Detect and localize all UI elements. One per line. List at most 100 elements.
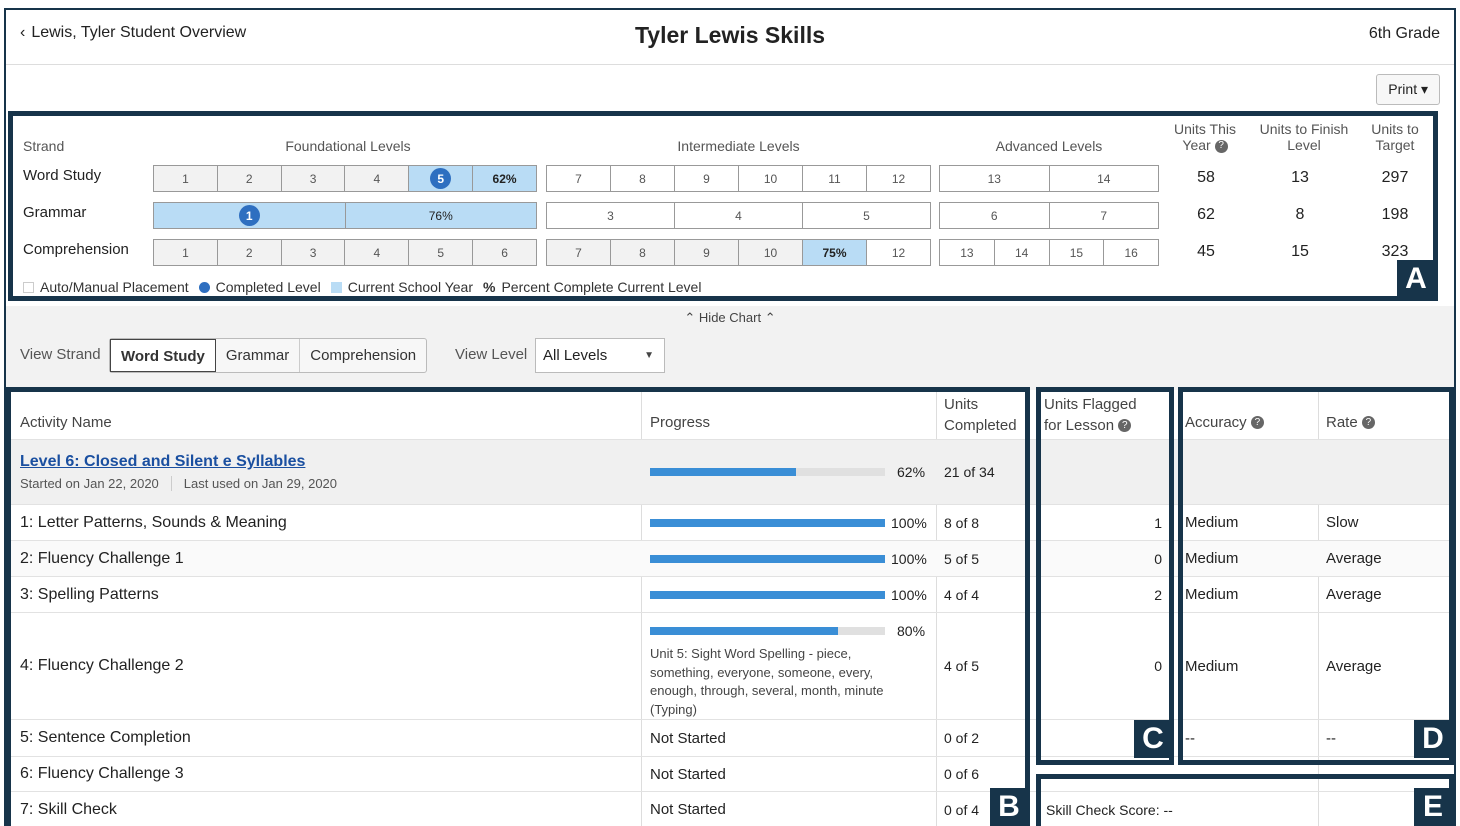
level-cell[interactable]: 8 xyxy=(611,240,675,265)
level-cell[interactable]: 12 xyxy=(867,240,930,265)
hide-chart-toggle[interactable]: ⌃ Hide Chart ⌃ xyxy=(6,310,1454,326)
level-cell-percent[interactable]: 62% xyxy=(473,166,536,191)
rate-value: Average xyxy=(1326,550,1382,567)
view-level-select[interactable]: All Levels ▼ xyxy=(535,338,665,373)
comprehension-foundational: 1 2 3 4 5 6 xyxy=(153,239,537,266)
level-cell[interactable]: 4 xyxy=(675,203,803,228)
level-cell[interactable]: 8 xyxy=(611,166,675,191)
level-cell-percent[interactable]: 75% xyxy=(803,240,867,265)
print-button[interactable]: Print ▾ xyxy=(1376,74,1440,105)
level-cell[interactable]: 4 xyxy=(345,240,410,265)
level-cell[interactable]: 1 xyxy=(154,240,218,265)
level-cell[interactable]: 11 xyxy=(803,166,867,191)
activity-progress: 80% Unit 5: Sight Word Spelling - piece,… xyxy=(650,613,940,719)
rate-value: Slow xyxy=(1326,514,1359,531)
units-to-target-value: 198 xyxy=(1381,206,1409,223)
table-row[interactable]: 7: Skill Check Not Started 0 of 4 Skill … xyxy=(6,792,1454,826)
back-link[interactable]: ‹ Lewis, Tyler Student Overview xyxy=(20,24,246,42)
level-cell[interactable]: 14 xyxy=(1050,166,1159,191)
strand-tab-grammar[interactable]: Grammar xyxy=(216,339,301,372)
level-cell[interactable]: 13 xyxy=(940,240,995,265)
header-units-completed: Units Completed xyxy=(944,390,1024,439)
help-icon[interactable]: ? xyxy=(1361,416,1375,429)
progress-percent: 80% xyxy=(897,623,926,639)
help-icon[interactable]: ? xyxy=(1118,419,1132,433)
progress-fill xyxy=(650,590,885,599)
units-to-target-header: Units to Target xyxy=(1371,121,1419,153)
units-to-finish-value: 15 xyxy=(1291,243,1309,260)
level-cell[interactable]: 10 xyxy=(739,240,803,265)
activity-status: Not Started xyxy=(650,801,726,818)
table-row[interactable]: 3: Spelling Patterns 100% 4 of 4 2 Mediu… xyxy=(6,577,1454,613)
table-row[interactable]: 6: Fluency Challenge 3 Not Started 0 of … xyxy=(6,757,1454,792)
table-row[interactable]: 4: Fluency Challenge 2 80% Unit 5: Sight… xyxy=(6,613,1454,720)
level-cell[interactable]: 14 xyxy=(995,240,1050,265)
progress-bar xyxy=(650,554,885,563)
level-row: Level 6: Closed and Silent e Syllables S… xyxy=(6,440,1454,505)
table-row[interactable]: 2: Fluency Challenge 1 100% 5 of 5 0 Med… xyxy=(6,541,1454,577)
completed-dot-icon xyxy=(198,281,210,293)
level-link[interactable]: Level 6: Closed and Silent e Syllables xyxy=(20,453,305,471)
header-rate: Rate ? xyxy=(1326,390,1446,439)
units-completed: 0 of 6 xyxy=(944,766,980,782)
activity-name: 7: Skill Check xyxy=(20,800,117,818)
level-info: Level 6: Closed and Silent e Syllables S… xyxy=(20,440,640,504)
level-cell[interactable]: 1 xyxy=(154,166,218,191)
level-cell[interactable]: 3 xyxy=(547,203,675,228)
level-cell[interactable]: 4 xyxy=(345,166,410,191)
level-cell[interactable]: 2 xyxy=(218,166,282,191)
activity-progress: 100% xyxy=(650,505,940,540)
callout-c: C xyxy=(1134,720,1172,758)
level-cell[interactable]: 5 xyxy=(803,203,930,228)
help-icon[interactable]: ? xyxy=(1250,416,1264,429)
level-cell[interactable]: 16 xyxy=(1104,240,1158,265)
chart-legend: Auto/Manual Placement Completed Level Cu… xyxy=(23,279,701,295)
level-cell[interactable]: 13 xyxy=(940,166,1050,191)
skills-chart: Strand Foundational Levels Intermediate … xyxy=(8,111,1438,301)
level-progress: 62% xyxy=(650,440,940,504)
level-cell[interactable]: 7 xyxy=(547,240,611,265)
callout-e: E xyxy=(1414,788,1452,826)
progress-fill xyxy=(650,627,838,635)
activity-name: 5: Sentence Completion xyxy=(20,729,191,746)
level-cell[interactable]: 7 xyxy=(1050,203,1159,228)
level-cell[interactable]: 6 xyxy=(473,240,536,265)
filter-bar: ⌃ Hide Chart ⌃ View Strand Word Study Gr… xyxy=(6,306,1454,390)
units-completed: 0 of 2 xyxy=(944,730,980,746)
level-cell-completed[interactable]: 5 xyxy=(409,166,474,191)
progress-bar xyxy=(650,468,885,476)
level-cell[interactable]: 9 xyxy=(675,240,739,265)
legend-completed: Completed Level xyxy=(215,279,321,295)
table-row[interactable]: 1: Letter Patterns, Sounds & Meaning 100… xyxy=(6,505,1454,541)
units-this-year-value: 62 xyxy=(1197,206,1215,223)
level-cell-completed[interactable]: 1 xyxy=(154,203,346,228)
units-completed: 5 of 5 xyxy=(944,550,980,567)
level-cell-percent[interactable]: 76% xyxy=(345,203,536,228)
table-row[interactable]: 5: Sentence Completion Not Started 0 of … xyxy=(6,720,1454,757)
comprehension-advanced: 13 14 15 16 xyxy=(939,239,1159,266)
level-cell[interactable]: 5 xyxy=(409,240,474,265)
level-cell[interactable]: 7 xyxy=(547,166,611,191)
activity-name: 1: Letter Patterns, Sounds & Meaning xyxy=(20,513,287,531)
units-completed: 8 of 8 xyxy=(944,514,980,531)
current-unit-note: Unit 5: Sight Word Spelling - piece, som… xyxy=(650,646,884,717)
level-cell[interactable]: 6 xyxy=(940,203,1050,228)
progress-line: 80% xyxy=(650,623,925,639)
level-cell[interactable]: 10 xyxy=(739,166,803,191)
progress-bar xyxy=(650,627,885,635)
level-cell[interactable]: 9 xyxy=(675,166,739,191)
help-icon[interactable]: ? xyxy=(1214,139,1228,153)
auto-manual-swatch-icon xyxy=(23,281,34,293)
strand-tab-comprehension[interactable]: Comprehension xyxy=(300,339,426,372)
level-cell[interactable]: 3 xyxy=(282,240,346,265)
strand-word-study: Word Study xyxy=(23,167,102,184)
units-completed: 4 of 5 xyxy=(944,658,980,674)
rate-value: Average xyxy=(1326,657,1382,675)
level-cell[interactable]: 15 xyxy=(1050,240,1105,265)
strand-header: Strand xyxy=(23,138,65,154)
level-cell[interactable]: 12 xyxy=(867,166,930,191)
level-cell[interactable]: 2 xyxy=(218,240,282,265)
level-cell[interactable]: 3 xyxy=(282,166,346,191)
units-to-target-value: 323 xyxy=(1381,243,1409,260)
strand-tab-word-study[interactable]: Word Study xyxy=(110,339,216,372)
